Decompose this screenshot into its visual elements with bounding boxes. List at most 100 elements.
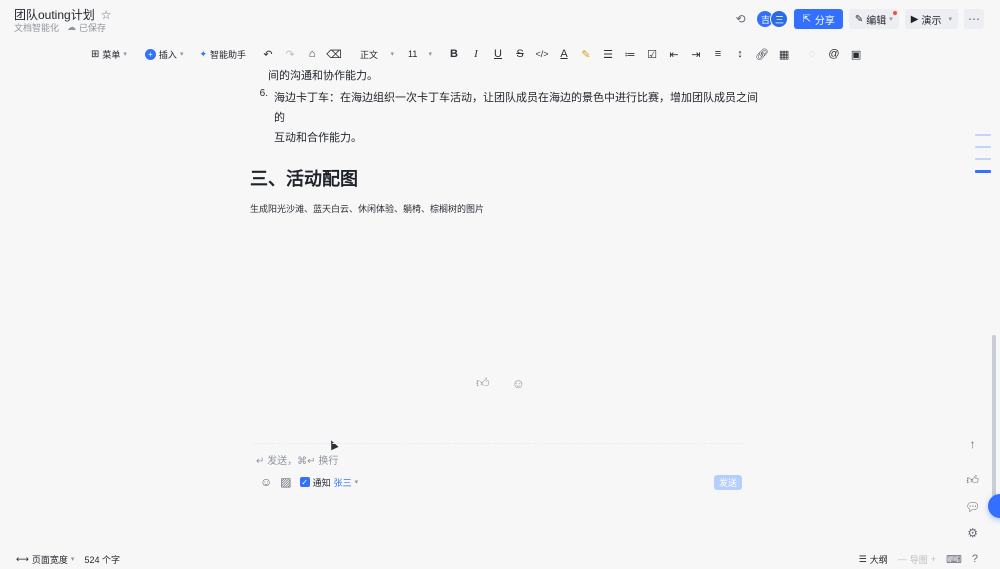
assistant-bubble[interactable] [988,494,1000,518]
indent-decrease-icon[interactable]: ⇤ [663,44,685,64]
share-button[interactable]: ⇱ 分享 [794,9,843,29]
width-icon: ⟷ [16,553,29,564]
link-icon[interactable]: 🔗︎ [751,44,773,64]
comment-icon[interactable]: 💬︎ [965,500,980,514]
play-icon: ▶ [910,13,919,25]
doc-tag[interactable]: 文档智能化 [14,21,59,34]
chevron-down-icon: ▾ [889,16,893,23]
chevron-down-icon: ▾ [123,51,127,58]
ordered-list-icon[interactable]: ≔ [619,44,641,64]
chevron-down-icon: ▾ [179,51,184,58]
side-actions: ↑ 👍︎ 💬︎ ⚙ [965,437,980,540]
history-icon[interactable]: ⟲ [730,9,750,29]
help-voice-icon[interactable]: ⚙ [967,526,978,540]
menu-label: 菜单 [102,49,121,60]
highlight-icon[interactable]: ✎ [575,44,597,64]
mindmap-button[interactable]: — 导图 + [898,553,936,566]
mention-user[interactable]: 张三 [334,476,352,489]
notification-dot [892,11,897,15]
document-content[interactable]: 间的沟通和协作能力。 6. 海边卡丁车：在海边组织一次卡丁车活动，让团队成员在海… [250,66,760,215]
underline-icon[interactable]: U [487,44,509,64]
notify-toggle[interactable]: ✓ 通知 张三 ▾ [299,476,359,489]
ai-assistant-button[interactable]: ✦ 智能助手 [194,44,251,64]
page-width-button[interactable]: ⟷ 页面宽度 ▾ [16,553,74,566]
align-icon[interactable]: ≡ [707,44,729,64]
undo-icon[interactable]: ↶ [257,44,279,64]
top-right-actions: ⟲ 吉 三 ⇱ 分享 ✎ 编辑 ▾ ▶ 演示 ▾ ⋯ [730,9,984,29]
cloud-icon: ☁ [67,22,77,32]
chevron-down-icon: ▾ [390,51,395,58]
comment-icon[interactable]: ◌ [801,44,823,64]
comment-input[interactable]: ↵ 发送，⌘↵ 换行 [256,452,338,467]
send-button[interactable]: 发送 [714,475,742,490]
chevron-down-icon: ▾ [428,51,433,58]
strikethrough-icon[interactable]: S [509,44,531,64]
share-label: 分享 [814,15,835,27]
bullet-list-icon[interactable]: ☰ [597,44,619,64]
present-button[interactable]: ▶ 演示 ▾ [904,9,958,29]
minus-icon: — [897,554,907,564]
keyboard-icon[interactable]: ⌨ [946,553,962,566]
list-item-text: 互动和合作能力。 [274,132,362,144]
outline-marker[interactable] [975,134,991,136]
page-width-label: 页面宽度 [31,554,68,565]
menu-button[interactable]: ⊞ 菜单 ▾ [86,44,132,64]
italic-icon[interactable]: I [465,44,487,64]
word-count: 524 个字 [84,554,120,565]
font-color-icon[interactable]: A [553,44,575,64]
redo-icon[interactable]: ↷ [279,44,301,64]
help-icon[interactable]: ? [972,553,978,565]
ai-label: 智能助手 [210,49,247,60]
section-heading: 三、活动配图 [250,169,358,189]
status-left: ⟷ 页面宽度 ▾ 524 个字 [16,553,120,566]
emoji-icon[interactable]: ☺ [260,475,272,489]
edit-mode-button[interactable]: ✎ 编辑 ▾ [848,9,899,29]
thumbs-up-emoji-icon[interactable]: 👍︎ [476,375,490,391]
notify-label: 通知 [312,477,331,488]
line-spacing-icon[interactable]: ↕ [729,44,751,64]
checklist-icon[interactable]: ☑ [641,44,663,64]
status-bar: ⟷ 页面宽度 ▾ 524 个字 ☰ 大纲 — 导图 + ⌨ ? [0,549,1000,569]
indent-increase-icon[interactable]: ⇥ [685,44,707,64]
more-icon[interactable]: ⋯ [964,9,984,29]
star-icon[interactable]: ☆ [101,8,112,22]
scrollbar[interactable] [992,335,996,510]
avatar[interactable]: 三 [770,10,789,28]
collaborator-avatars[interactable]: 吉 三 [756,10,789,28]
table-icon[interactable]: ▦ [773,44,795,64]
image-icon[interactable]: ▣ [845,44,867,64]
mention-icon[interactable]: @ [823,44,845,64]
back-to-top-icon[interactable]: ↑ [970,437,976,451]
list-number: 6. [259,88,268,99]
outline-button[interactable]: ☰ 大纲 [859,553,888,566]
format-painter-icon[interactable]: ⌂ [301,44,323,64]
checkbox-checked-icon[interactable]: ✓ [299,477,310,487]
text-style-select[interactable]: 正文 ▾ [355,44,399,64]
code-icon[interactable]: </> [531,44,553,64]
image-icon[interactable]: ▨ [280,475,291,489]
plus-icon: + [930,554,936,564]
like-icon[interactable]: 👍︎ [966,473,979,488]
insert-button[interactable]: + 插入 ▾ [140,44,189,64]
chevron-down-icon[interactable]: ▾ [355,478,359,486]
outline-marker-active[interactable] [975,170,991,173]
outline-marker[interactable] [975,146,991,148]
saved-label: 已保存 [79,23,107,33]
bold-icon[interactable]: B [443,44,465,64]
font-size-select[interactable]: 11 ▾ [403,44,437,64]
insert-label: 插入 [158,49,177,60]
format-toolbar: ⊞ 菜单 ▾ + 插入 ▾ ✦ 智能助手 ↶ ↷ ⌂ ⌫ 正文 ▾ 11 ▾ B… [86,44,867,64]
comment-box: ↵ 发送，⌘↵ 换行 ☺ ▨ ✓ 通知 张三 ▾ 发送 [252,443,742,493]
reaction-bar: 👍︎ ☺ [476,375,525,391]
text-style-value: 正文 [360,49,379,60]
edit-label: 编辑 [866,15,887,27]
list-item-body: 海边卡丁车：在海边组织一次卡丁车活动，让团队成员在海边的景色中进行比赛，增加团队… [268,88,760,148]
outline-marker[interactable] [975,158,991,160]
pencil-icon: ✎ [854,13,864,25]
saved-status: ☁ 已保存 [67,21,106,34]
clear-format-icon[interactable]: ⌫ [323,44,345,64]
mindmap-label: 导图 [909,554,928,565]
add-emoji-icon[interactable]: ☺ [512,376,525,391]
image-prompt-text: 生成阳光沙滩、蓝天白云、休闲体验、躺椅、棕榈树的图片 [250,204,485,214]
outline-minimap[interactable] [975,134,991,173]
